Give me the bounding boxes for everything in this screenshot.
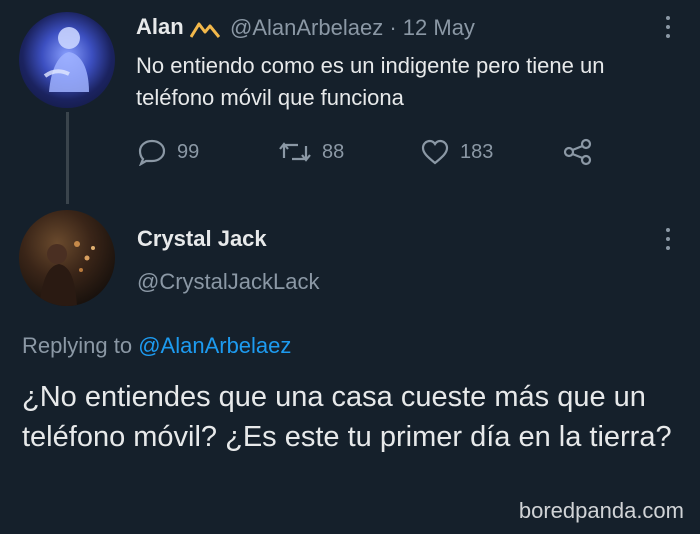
share-icon xyxy=(563,138,592,166)
replying-to-handle-link[interactable]: @AlanArbelaez xyxy=(138,333,291,358)
vertical-dots-icon[interactable] xyxy=(665,228,671,254)
original-author-name[interactable]: Alan xyxy=(136,14,184,40)
heart-icon xyxy=(421,139,449,165)
like-count: 183 xyxy=(460,140,494,163)
replying-to-line: Replying to @AlanArbelaez xyxy=(22,333,291,359)
like-action[interactable]: 183 xyxy=(420,138,493,166)
retweet-action[interactable]: 88 xyxy=(278,138,344,166)
reply-author-handle[interactable]: @CrystalJackLack xyxy=(137,269,320,295)
vertical-dots-icon[interactable] xyxy=(665,16,671,42)
meta-separator: · xyxy=(389,15,397,40)
reply-tweet-text: ¿No entiendes que una casa cueste más qu… xyxy=(22,381,672,453)
reply-author-name[interactable]: Crystal Jack xyxy=(137,226,267,252)
reply-count: 99 xyxy=(177,140,200,163)
retweet-count: 88 xyxy=(322,140,345,163)
thread-connector-line xyxy=(66,112,69,204)
reply-action[interactable]: 99 xyxy=(137,138,199,166)
original-author-handle[interactable]: @AlanArbelaez xyxy=(230,15,383,40)
mountain-emoji-icon xyxy=(190,22,220,38)
avatar-figure-icon xyxy=(43,27,89,92)
avatar-alan[interactable] xyxy=(19,12,115,108)
original-tweet-date[interactable]: 12 May xyxy=(403,15,475,40)
original-tweet-text: No entiendo como es un indigente pero ti… xyxy=(136,53,605,110)
speech-bubble-icon xyxy=(138,139,166,166)
share-action[interactable] xyxy=(562,138,594,166)
watermark: boredpanda.com xyxy=(518,498,684,523)
avatar-photo-icon xyxy=(39,241,95,306)
avatar-crystal-jack[interactable] xyxy=(19,210,115,306)
replying-to-prefix: Replying to xyxy=(22,333,133,358)
retweet-arrows-icon xyxy=(279,142,311,162)
